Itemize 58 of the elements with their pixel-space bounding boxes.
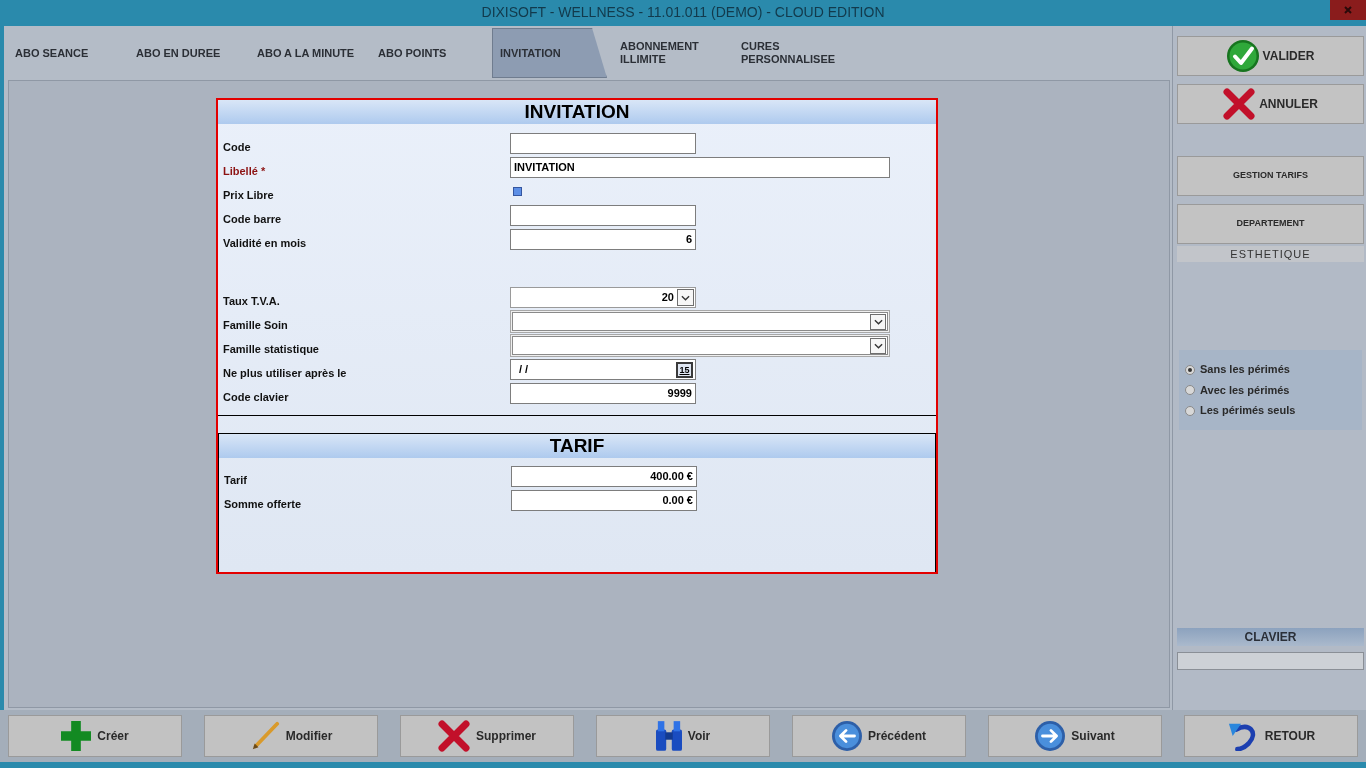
toolbar-button[interactable]: Suivant [988, 715, 1162, 757]
right-arrow-icon [1035, 721, 1066, 751]
radio-option[interactable]: Sans les périmés [1185, 361, 1362, 378]
department-label: ESTHETIQUE [1177, 246, 1364, 262]
field-label: Prix Libre [223, 189, 274, 201]
cross-icon [1223, 88, 1256, 120]
radio-option[interactable]: Les périmés seuls [1185, 402, 1362, 419]
option-button[interactable]: DEPARTEMENT [1177, 204, 1364, 244]
action-button[interactable]: ANNULER [1177, 84, 1364, 124]
chevron-down-icon [873, 318, 883, 325]
field-label: Somme offerte [224, 498, 302, 510]
text-field[interactable] [510, 133, 696, 154]
field-label: Libellé * [223, 165, 266, 177]
field-label: Code [223, 141, 251, 153]
calendar-button[interactable]: 15 [676, 361, 693, 378]
section-header: TARIF [219, 434, 935, 458]
chevron-down-icon [873, 342, 883, 349]
plus-icon [61, 721, 92, 751]
binoculars-icon [655, 721, 682, 751]
toolbar-button[interactable]: Supprimer [400, 715, 574, 757]
toolbar-button[interactable]: Voir [596, 715, 770, 757]
toolbar-button[interactable]: Modifier [204, 715, 378, 757]
close-icon [1344, 6, 1352, 14]
field-label: Ne plus utiliser après le [223, 367, 347, 379]
cross-icon [438, 720, 470, 752]
toolbar-button[interactable]: RETOUR [1184, 715, 1358, 757]
field-label: Validité en mois [223, 237, 307, 249]
text-field[interactable]: INVITATION [510, 157, 890, 178]
dropdown-button[interactable] [870, 337, 886, 354]
check-icon [1226, 40, 1259, 72]
field-label: Code clavier [223, 391, 289, 403]
section-header: INVITATION [218, 100, 936, 124]
dropdown-button[interactable] [870, 313, 886, 330]
number-field[interactable]: 9999 [510, 383, 696, 404]
checkbox[interactable] [513, 187, 522, 196]
number-field[interactable]: 400.00 € [511, 466, 697, 487]
field-label: Taux T.V.A. [223, 295, 280, 307]
field-label: Famille Soin [223, 319, 288, 331]
toolbar-button[interactable]: Créer [8, 715, 182, 757]
dropdown-button[interactable] [677, 289, 694, 306]
action-button[interactable]: VALIDER [1177, 36, 1364, 76]
dropdown[interactable]: 20 [510, 287, 696, 308]
number-field[interactable]: 6 [510, 229, 696, 250]
field-label: Famille statistique [223, 343, 319, 355]
number-field[interactable]: 0.00 € [511, 490, 697, 511]
text-field[interactable] [510, 205, 696, 226]
option-button[interactable]: GESTION TARIFS [1177, 156, 1364, 196]
field-label: Code barre [223, 213, 282, 225]
tab[interactable]: INVITATION [492, 28, 607, 78]
input-field[interactable] [1177, 652, 1364, 670]
toolbar-button[interactable]: Précédent [792, 715, 966, 757]
date-field[interactable]: / / 15 [510, 359, 696, 380]
chevron-down-icon [681, 294, 690, 301]
panel-header: CLAVIER [1177, 628, 1364, 646]
radio-option[interactable]: Avec les périmés [1185, 381, 1362, 399]
field-label: Tarif [224, 474, 248, 486]
left-arrow-icon [832, 721, 862, 751]
window-title: DIXISOFT - WELLNESS - 11.01.011 (DEMO) - CLOUD EDITION [481, 3, 885, 22]
